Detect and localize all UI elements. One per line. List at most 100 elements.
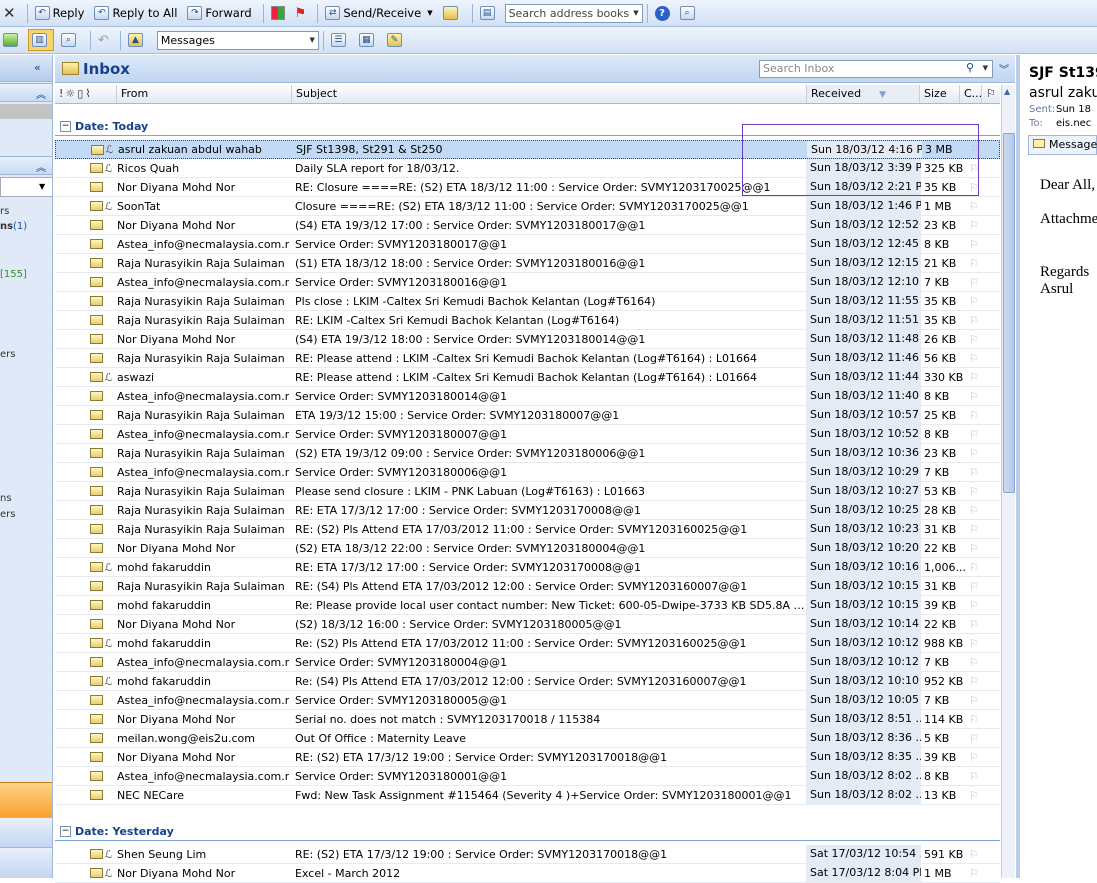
message-row[interactable]: Nor Diyana Mohd Nor Serial no. does not m…	[55, 710, 1000, 729]
column-received[interactable]: Received ▼	[807, 85, 920, 103]
message-row[interactable]: Astea_info@necmalaysia.com.my Service Ord…	[55, 235, 1000, 254]
message-row[interactable]: Astea_info@necmalaysia.com.my Service Ord…	[55, 387, 1000, 406]
flag-icon[interactable]: ⚐	[966, 561, 982, 574]
column-icons-header[interactable]: !☼▯⌇	[55, 85, 117, 103]
help-button[interactable]: ?	[652, 2, 673, 24]
folder-fragment[interactable]: ers	[0, 349, 15, 360]
message-row[interactable]: Astea_info@necmalaysia.com.my Service Ord…	[55, 425, 1000, 444]
column-from[interactable]: From	[117, 85, 292, 103]
search-inbox-input[interactable]: Search Inbox ⚲ ▼	[759, 60, 993, 78]
message-row[interactable]: Astea_info@necmalaysia.com.my Service Ord…	[55, 463, 1000, 482]
message-row[interactable]: mohd fakaruddin Re: Please provide local …	[55, 596, 1000, 615]
column-size[interactable]: Size	[920, 85, 960, 103]
flag-icon[interactable]: ⚐	[966, 314, 982, 327]
flag-icon[interactable]: ⚐	[966, 675, 982, 688]
chevron-down-icon[interactable]: ▼	[310, 36, 315, 44]
message-row[interactable]: Raja Nurasyikin Raja Sulaiman RE: ETA 17/…	[55, 501, 1000, 520]
message-row[interactable]: Astea_info@necmalaysia.com.my Service Ord…	[55, 653, 1000, 672]
column-flag[interactable]: ⚐	[982, 85, 1000, 103]
folder-fragment[interactable]: ns	[0, 493, 12, 504]
message-row[interactable]: ℒaswazi RE: Please attend : LKIM -Caltex …	[55, 368, 1000, 387]
flag-icon[interactable]: ⚐	[966, 848, 982, 861]
mail-nav-button[interactable]	[0, 782, 52, 817]
message-row[interactable]: ℒ Ricos Quah Daily SLA report for 18/03/12…	[55, 159, 1000, 178]
send-receive-button[interactable]: ⇄ Send/Receive ▼	[322, 2, 435, 24]
message-row[interactable]: Nor Diyana Mohd Nor RE: Closure ====RE: (…	[55, 178, 1000, 197]
message-row[interactable]: Nor Diyana Mohd Nor (S2) 18/3/12 16:00 : …	[55, 615, 1000, 634]
categorize-button[interactable]	[268, 2, 288, 24]
scrollbar-thumb[interactable]	[1003, 133, 1015, 493]
message-row[interactable]: Astea_info@necmalaysia.com.my Service Ord…	[55, 691, 1000, 710]
address-book-button[interactable]: ▤	[477, 2, 501, 24]
flag-icon[interactable]: ⚐	[966, 295, 982, 308]
message-row[interactable]: meilan.wong@eis2u.com Out Of Office : Mat…	[55, 729, 1000, 748]
selected-folder-bar[interactable]	[0, 104, 52, 119]
search-address-books-input[interactable]: Search address books ▼	[504, 3, 643, 23]
flag-icon[interactable]: ⚐	[966, 789, 982, 802]
reply-button[interactable]: ↶ Reply	[32, 2, 88, 24]
folder-fragment[interactable]: rs	[0, 206, 9, 217]
message-row[interactable]: Nor Diyana Mohd Nor (S4) ETA 19/3/12 18:0…	[55, 330, 1000, 349]
contacts-nav-button[interactable]	[0, 847, 52, 878]
message-row[interactable]: Raja Nurasyikin Raja Sulaiman Please send…	[55, 482, 1000, 501]
flag-icon[interactable]: ⚐	[966, 542, 982, 555]
reply-all-button[interactable]: ↶ Reply to All	[91, 2, 180, 24]
group-header[interactable]: − Date: Today	[55, 117, 1000, 136]
offline-button[interactable]	[440, 2, 464, 24]
message-row[interactable]: NEC NECare Fwd: New Task Assignment #1154…	[55, 786, 1000, 805]
flag-icon[interactable]: ⚐	[966, 200, 982, 213]
forward-button[interactable]: ↷ Forward	[184, 2, 254, 24]
message-row[interactable]: ℒasrul zakuan abdul wahab SJF St1398, St2…	[55, 140, 1000, 159]
print-preview-button[interactable]: ⌕	[58, 29, 82, 51]
flag-icon[interactable]: ⚐	[966, 390, 982, 403]
scroll-up-arrow[interactable]: ▲	[1004, 87, 1010, 96]
message-row[interactable]: ℒmohd fakaruddin Re: (S4) Pls Attend ETA …	[55, 672, 1000, 691]
undo-button[interactable]: ↶	[95, 29, 112, 51]
message-row[interactable]: ℒmohd fakaruddin RE: ETA 17/3/12 17:00 : …	[55, 558, 1000, 577]
flag-icon[interactable]: ⚐	[966, 219, 982, 232]
flag-icon[interactable]: ⚐	[966, 447, 982, 460]
message-tab[interactable]: Message	[1028, 135, 1097, 155]
group-header[interactable]: − Date: Yesterday	[55, 822, 1000, 841]
flag-icon[interactable]: ⚐	[966, 504, 982, 517]
field-chooser-button[interactable]: ▦	[356, 29, 380, 51]
find-button[interactable]: ⌕	[677, 2, 701, 24]
message-row[interactable]: Raja Nurasyikin Raja Sulaiman RE: (S4) Pl…	[55, 577, 1000, 596]
message-row[interactable]: ℒ Shen Seung Lim RE: (S2) ETA 17/3/12 19:0…	[55, 845, 1000, 864]
flag-icon[interactable]: ⚐	[966, 656, 982, 669]
current-view-select[interactable]: Messages ▼	[156, 30, 319, 50]
message-row[interactable]: Nor Diyana Mohd Nor (S4) ETA 19/3/12 17:0…	[55, 216, 1000, 235]
group-by-box-button[interactable]: ☰	[328, 29, 352, 51]
follow-up-button[interactable]: ⚑	[292, 2, 310, 24]
folder-dropdown[interactable]: ▼	[0, 177, 52, 197]
flag-icon[interactable]: ⚐	[966, 428, 982, 441]
message-row[interactable]: Raja Nurasyikin Raja Sulaiman RE: (S2) Pl…	[55, 520, 1000, 539]
flag-icon[interactable]: ⚐	[966, 276, 982, 289]
folder-fragment[interactable]: ers	[0, 509, 15, 520]
message-row[interactable]: ℒmohd fakaruddin Re: (S2) Pls Attend ETA …	[55, 634, 1000, 653]
flag-icon[interactable]: ⚐	[966, 523, 982, 536]
folder-fragment[interactable]: ns	[0, 221, 13, 232]
calendar-nav-button[interactable]	[0, 817, 52, 847]
flag-icon[interactable]: ⚐	[966, 352, 982, 365]
flag-icon[interactable]: ⚐	[966, 409, 982, 422]
message-row[interactable]: Astea_info@necmalaysia.com.my Service Ord…	[55, 273, 1000, 292]
message-row[interactable]: Nor Diyana Mohd Nor (S2) ETA 18/3/12 22:0…	[55, 539, 1000, 558]
flag-icon[interactable]: ⚐	[966, 485, 982, 498]
expand-icon[interactable]: ︾	[999, 61, 1009, 76]
vertical-scrollbar[interactable]: ▲	[1001, 85, 1015, 878]
flag-icon[interactable]: ⚐	[966, 333, 982, 346]
flag-icon[interactable]: ⚐	[966, 181, 982, 194]
message-row[interactable]: ℒ SoonTat Closure ====RE: (S2) ETA 18/3/12…	[55, 197, 1000, 216]
delete-button[interactable]: ✕	[0, 2, 19, 24]
flag-icon[interactable]: ⚐	[966, 580, 982, 593]
flag-icon[interactable]: ⚐	[967, 143, 983, 156]
column-categories[interactable]: C...	[960, 85, 982, 103]
message-row[interactable]: ℒ Nor Diyana Mohd Nor Excel - March 2012 Sa…	[55, 864, 1000, 883]
message-row[interactable]: Raja Nurasyikin Raja Sulaiman (S1) ETA 18…	[55, 254, 1000, 273]
favorite-folders-header[interactable]: ︽	[0, 83, 52, 102]
collapse-icon[interactable]: «	[34, 61, 41, 74]
flag-icon[interactable]: ⚐	[966, 466, 982, 479]
flag-icon[interactable]: ⚐	[966, 751, 982, 764]
message-row[interactable]: Nor Diyana Mohd Nor RE: (S2) ETA 17/3/12 …	[55, 748, 1000, 767]
